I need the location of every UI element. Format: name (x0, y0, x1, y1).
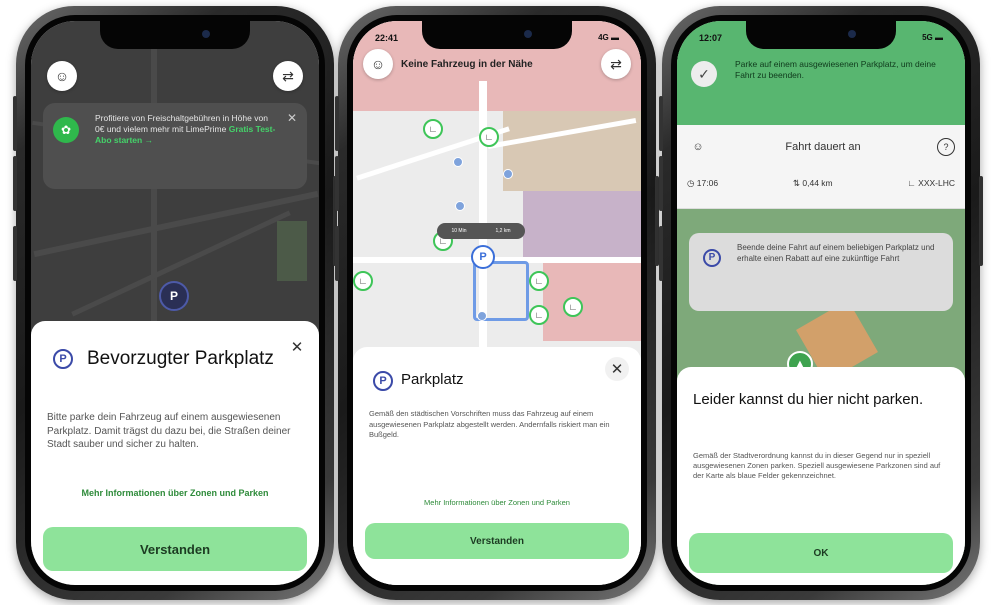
promo-card[interactable]: ✿ Profitiere von Freischaltgebühren in H… (43, 103, 307, 189)
ride-time-stat: ◷ 17:06 (687, 178, 718, 189)
switch-button[interactable]: ⇄ (273, 61, 303, 91)
poi-marker (453, 157, 463, 167)
discount-info-card: P Beende deine Fahrt auf einem beliebige… (689, 233, 953, 311)
promo-text: Profitiere von Freischaltgebühren in Höh… (95, 113, 279, 146)
ride-stats: ◷ 17:06 ⇅ 0,44 km ∟ XXX-LHC (687, 173, 955, 193)
map-park-area (277, 221, 307, 281)
status-time: 22:41 (375, 33, 399, 43)
parking-pin-label: P (169, 289, 178, 303)
account-button[interactable]: ☺ (47, 61, 77, 91)
parking-badge-icon: P (53, 349, 73, 369)
search-header: ☺ Keine Fahrzeug in der Nähe ⇄ (363, 47, 631, 81)
scooter-marker[interactable]: ∟ (479, 127, 499, 147)
phone-notch (746, 21, 896, 49)
scooter-marker[interactable]: ∟ (423, 119, 443, 139)
understood-button[interactable]: Verstanden (43, 527, 307, 571)
parking-badge-icon: P (373, 371, 393, 391)
user-icon[interactable]: ☺ (687, 141, 709, 153)
ride-title: Fahrt dauert an (785, 141, 861, 153)
parking-info-sheet: ✕ P Bevorzugter Parkplatz Bitte parke de… (31, 321, 319, 585)
close-icon[interactable]: ✕ (287, 111, 297, 125)
route-tooltip: 10 Min 1,2 km (437, 223, 525, 239)
understood-button[interactable]: Verstanden (365, 523, 629, 559)
route-duration: 10 Min (451, 228, 467, 234)
sheet-title: Parkplatz (401, 371, 464, 388)
route-distance: 1,2 km (495, 228, 511, 234)
close-icon[interactable]: ✕ (285, 335, 309, 359)
lime-logo-icon: ✿ (53, 117, 79, 143)
sheet-body-text: Bitte parke dein Fahrzeug auf einem ausg… (47, 412, 291, 450)
zones-info-link[interactable]: Mehr Informationen über Zonen und Parken (363, 497, 631, 509)
sheet-body-text: Gemäß der Stadtverordnung kannst du in d… (693, 451, 941, 480)
status-indicators: 4G ▬ (598, 33, 619, 42)
phone-screen-1: ☺ ⇄ ✿ Profitiere von Freischaltgebühren … (31, 21, 319, 585)
ride-vehicle-stat: ∟ XXX-LHC (907, 178, 955, 188)
status-time: 12:07 (699, 33, 723, 43)
route-icon: ⇅ (792, 177, 801, 188)
sheet-title: Leider kannst du hier nicht parken. (693, 391, 924, 408)
phone-screen-3: 12:07 5G ▬ ▲ ✓ Parke auf einem ausgewies… (677, 21, 965, 585)
parking-pin[interactable]: P (471, 245, 495, 269)
swap-icon: ⇄ (282, 67, 294, 84)
ride-distance: 0,44 km (802, 177, 833, 188)
sheet-title: Bevorzugter Parkplatz (87, 348, 274, 369)
ride-card: ☺ Fahrt dauert an ? ◷ 17:06 ⇅ 0,44 km ∟ … (677, 125, 965, 209)
sheet-body-text: Gemäß den städtischen Vorschriften muss … (369, 409, 610, 439)
scooter-marker[interactable]: ∟ (529, 305, 549, 325)
phone-frame-3: 12:07 5G ▬ ▲ ✓ Parke auf einem ausgewies… (659, 6, 983, 600)
discount-info-text: Beende deine Fahrt auf einem beliebigen … (737, 243, 935, 263)
parking-pin-label: P (479, 251, 487, 263)
scooter-marker[interactable]: ∟ (563, 297, 583, 317)
parking-pin[interactable]: P (159, 281, 189, 311)
help-icon[interactable]: ? (937, 138, 955, 156)
ride-time: 17:06 (696, 177, 719, 188)
account-button[interactable]: ☺ (363, 49, 393, 79)
map-road (33, 190, 319, 258)
ride-distance-stat: ⇅ 0,44 km (793, 178, 833, 189)
banner-text: Parke auf einem ausgewiesenen Parkplatz,… (735, 59, 936, 80)
close-icon[interactable]: ✕ (605, 357, 629, 381)
parking-badge-label: P (53, 349, 73, 369)
clock-icon: ◷ (687, 177, 695, 188)
user-icon: ☺ (370, 56, 386, 72)
poi-marker (455, 201, 465, 211)
swap-icon: ⇄ (610, 55, 622, 72)
switch-button[interactable]: ⇄ (601, 49, 631, 79)
parking-location-icon: P (703, 247, 723, 271)
no-parking-sheet: Leider kannst du hier nicht parken. Gemä… (677, 367, 965, 585)
poi-marker (503, 169, 513, 179)
ride-header: ☺ Fahrt dauert an ? (687, 135, 955, 159)
parking-badge-label: P (373, 371, 393, 391)
map-area (523, 191, 641, 261)
nearby-vehicle-status: Keine Fahrzeug in der Nähe (401, 58, 533, 70)
poi-marker (477, 311, 487, 321)
phone-frame-2: 22:41 4G ▬ ∟ ∟ ∟ ∟ ∟ ∟ ∟ ☺ Keine Fahrzeu… (335, 6, 659, 600)
phone-screen-2: 22:41 4G ▬ ∟ ∟ ∟ ∟ ∟ ∟ ∟ ☺ Keine Fahrzeu… (353, 21, 641, 585)
user-icon: ☺ (54, 68, 70, 84)
status-indicators: 5G ▬ (922, 33, 943, 42)
phone-notch (422, 21, 572, 49)
stage: ☺ ⇄ ✿ Profitiere von Freischaltgebühren … (0, 0, 993, 605)
map-area (543, 261, 641, 341)
ok-button[interactable]: OK (689, 533, 953, 573)
phone-frame-1: ☺ ⇄ ✿ Profitiere von Freischaltgebühren … (13, 6, 337, 600)
phone-notch (100, 21, 250, 49)
parking-info-sheet: ✕ P Parkplatz Gemäß den städtischen Vors… (353, 347, 641, 585)
ride-vehicle-id: XXX-LHC (918, 178, 955, 188)
scooter-marker[interactable]: ∟ (353, 271, 373, 291)
scooter-icon: ∟ (907, 178, 916, 188)
check-icon: ✓ (691, 61, 717, 87)
zones-info-link[interactable]: Mehr Informationen über Zonen und Parken (41, 487, 309, 499)
scooter-marker[interactable]: ∟ (529, 271, 549, 291)
